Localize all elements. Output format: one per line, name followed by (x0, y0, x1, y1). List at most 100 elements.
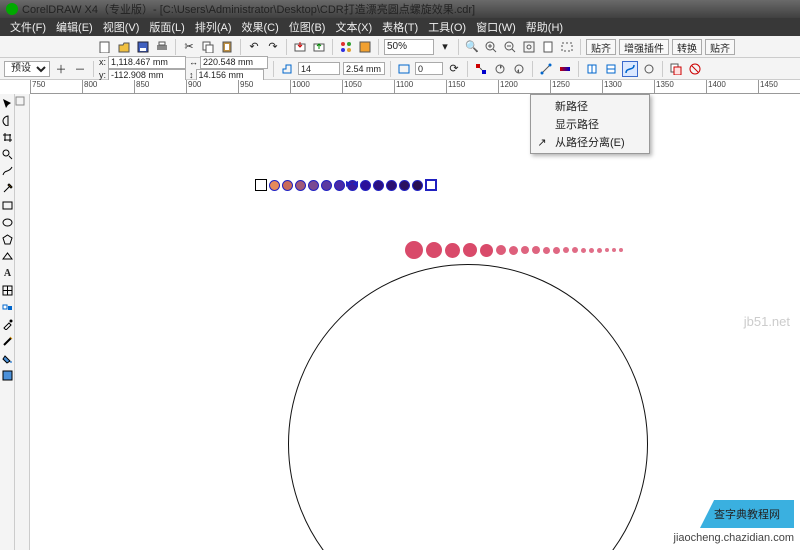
menu-new-path[interactable]: 新路径 (531, 97, 649, 115)
paste-snap-button[interactable]: 贴齐 (705, 39, 735, 55)
save-button[interactable] (135, 39, 151, 55)
menu-tools[interactable]: 工具(O) (428, 19, 466, 35)
redo-button[interactable]: ↷ (265, 39, 281, 55)
menu-bitmap[interactable]: 位图(B) (289, 19, 326, 35)
zoom-page-icon[interactable] (540, 39, 556, 55)
blend-step[interactable] (412, 180, 423, 191)
accel-objects-icon[interactable] (538, 61, 554, 77)
copy-button[interactable] (200, 39, 216, 55)
outline-tool-icon[interactable] (0, 334, 15, 349)
direct-blend-icon[interactable] (396, 61, 412, 77)
blend-step[interactable] (386, 180, 397, 191)
zoom-input[interactable] (384, 39, 434, 55)
print-button[interactable] (154, 39, 170, 55)
blend-color-direct-icon[interactable] (473, 61, 489, 77)
export-button[interactable] (311, 39, 327, 55)
zoom-selection-icon[interactable] (559, 39, 575, 55)
text-tool-icon[interactable]: A (0, 266, 15, 281)
height-icon: ↕ (189, 70, 194, 80)
interactive-fill-icon[interactable] (0, 368, 15, 383)
blend-step[interactable] (425, 179, 437, 191)
zoom-tool2-icon[interactable] (0, 147, 15, 162)
ellipse-tool-icon[interactable] (0, 215, 15, 230)
canvas[interactable]: 新路径 显示路径 ↗从路径分离(E) ▸◂ 查字典教程网 jiaocheng.c… (30, 94, 800, 550)
add-preset-icon[interactable]: ＋ (53, 61, 69, 77)
more-blend-icon[interactable] (641, 61, 657, 77)
crop-tool-icon[interactable] (0, 130, 15, 145)
fill-tool-icon[interactable] (0, 351, 15, 366)
menu-detach-path[interactable]: ↗从路径分离(E) (531, 133, 649, 151)
cut-button[interactable]: ✂ (181, 39, 197, 55)
menu-help[interactable]: 帮助(H) (526, 19, 563, 35)
pink-dot (605, 248, 609, 252)
path-properties-button[interactable] (622, 61, 638, 77)
blend-step[interactable] (282, 180, 293, 191)
copy-blend-icon[interactable] (668, 61, 684, 77)
menu-table[interactable]: 表格(T) (382, 19, 418, 35)
zoom-fit-icon[interactable] (521, 39, 537, 55)
new-button[interactable] (97, 39, 113, 55)
blend-step[interactable] (399, 180, 410, 191)
menu-window[interactable]: 窗口(W) (476, 19, 516, 35)
x-input[interactable] (108, 56, 186, 69)
loop-icon[interactable]: ⟳ (446, 61, 462, 77)
table-tool-icon[interactable] (0, 283, 15, 298)
blend-step[interactable] (255, 179, 267, 191)
ruler-tick: 950 (238, 80, 253, 94)
menu-arrange[interactable]: 排列(A) (195, 19, 232, 35)
undo-button[interactable]: ↶ (246, 39, 262, 55)
zoom-tool-icon[interactable]: 🔍 (464, 39, 480, 55)
menu-file[interactable]: 文件(F) (10, 19, 46, 35)
blend-step[interactable] (360, 180, 371, 191)
zoom-dropdown-icon[interactable]: ▾ (437, 39, 453, 55)
open-button[interactable] (116, 39, 132, 55)
menu-view[interactable]: 视图(V) (103, 19, 140, 35)
preset-dropdown[interactable]: 预设 (4, 61, 50, 77)
menu-edit[interactable]: 编辑(E) (56, 19, 93, 35)
plugin-button[interactable]: 增强插件 (619, 39, 669, 55)
blend-step[interactable] (295, 180, 306, 191)
blend-selection[interactable]: ▸◂ (255, 179, 437, 191)
offset-input[interactable] (343, 62, 385, 75)
interactive-tool-icon[interactable] (0, 300, 15, 315)
zoom-out-icon[interactable] (502, 39, 518, 55)
blend-step[interactable] (308, 180, 319, 191)
blend-color-cw-icon[interactable] (492, 61, 508, 77)
aux-tool-1[interactable] (15, 96, 29, 106)
width-input[interactable] (200, 56, 268, 69)
blend-color-ccw-icon[interactable] (511, 61, 527, 77)
zoom-in-icon[interactable] (483, 39, 499, 55)
menu-effects[interactable]: 效果(C) (242, 19, 279, 35)
polygon-tool-icon[interactable] (0, 232, 15, 247)
import-button[interactable] (292, 39, 308, 55)
rectangle-tool-icon[interactable] (0, 198, 15, 213)
menu-layout[interactable]: 版面(L) (149, 19, 184, 35)
shape-tool-icon[interactable] (0, 113, 15, 128)
blend-step[interactable] (269, 180, 280, 191)
pink-dot-row (405, 241, 623, 259)
convert-button[interactable]: 转换 (672, 39, 702, 55)
pick-tool-icon[interactable] (0, 96, 15, 111)
ruler-tick: 900 (186, 80, 201, 94)
blend-step[interactable] (373, 180, 384, 191)
menu-show-path[interactable]: 显示路径 (531, 115, 649, 133)
blend-step[interactable] (334, 180, 345, 191)
basic-shapes-icon[interactable] (0, 249, 15, 264)
snap-button[interactable]: 贴齐 (586, 39, 616, 55)
angle-input[interactable] (415, 62, 443, 75)
clear-blend-icon[interactable] (687, 61, 703, 77)
blend-step[interactable] (321, 180, 332, 191)
menu-text[interactable]: 文本(X) (335, 19, 372, 35)
eyedropper-tool-icon[interactable] (0, 317, 15, 332)
paste-button[interactable] (219, 39, 235, 55)
steps-input[interactable] (298, 62, 340, 75)
accel-colors-icon[interactable] (557, 61, 573, 77)
end-object-icon[interactable] (603, 61, 619, 77)
start-object-icon[interactable] (584, 61, 600, 77)
welcome-button[interactable] (357, 39, 373, 55)
app-launcher-button[interactable] (338, 39, 354, 55)
circle-object[interactable] (288, 264, 648, 550)
freehand-tool-icon[interactable] (0, 164, 15, 179)
smart-tool-icon[interactable] (0, 181, 15, 196)
remove-preset-icon[interactable]: － (72, 61, 88, 77)
